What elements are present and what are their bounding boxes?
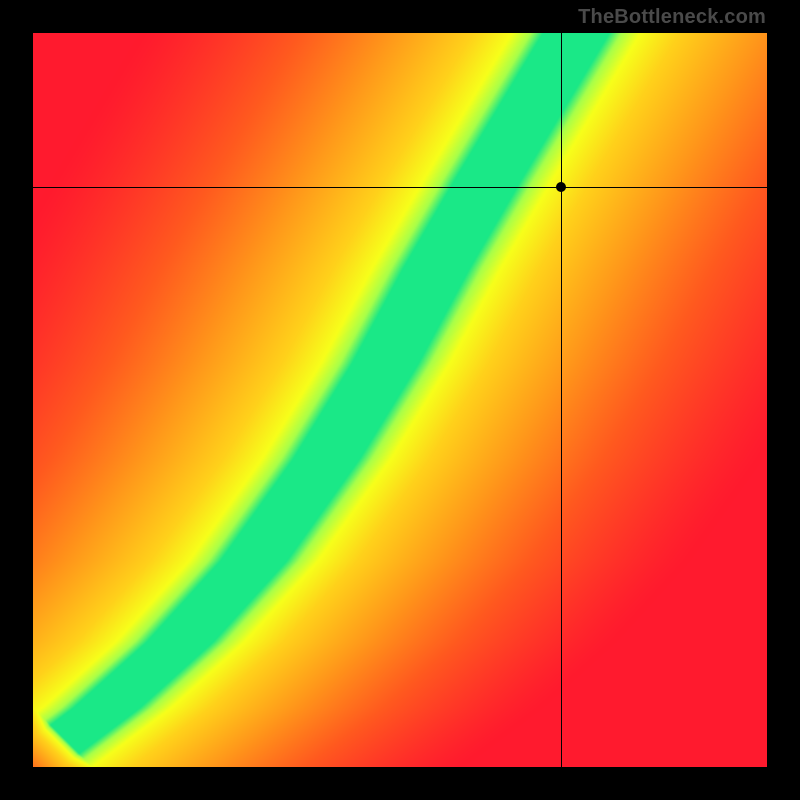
selection-marker — [556, 182, 566, 192]
crosshair-horizontal — [33, 187, 767, 188]
heatmap-canvas — [33, 33, 767, 767]
attribution-label: TheBottleneck.com — [578, 6, 766, 29]
heatmap-plot — [33, 33, 767, 767]
chart-frame: TheBottleneck.com — [0, 0, 800, 800]
crosshair-vertical — [561, 33, 562, 767]
